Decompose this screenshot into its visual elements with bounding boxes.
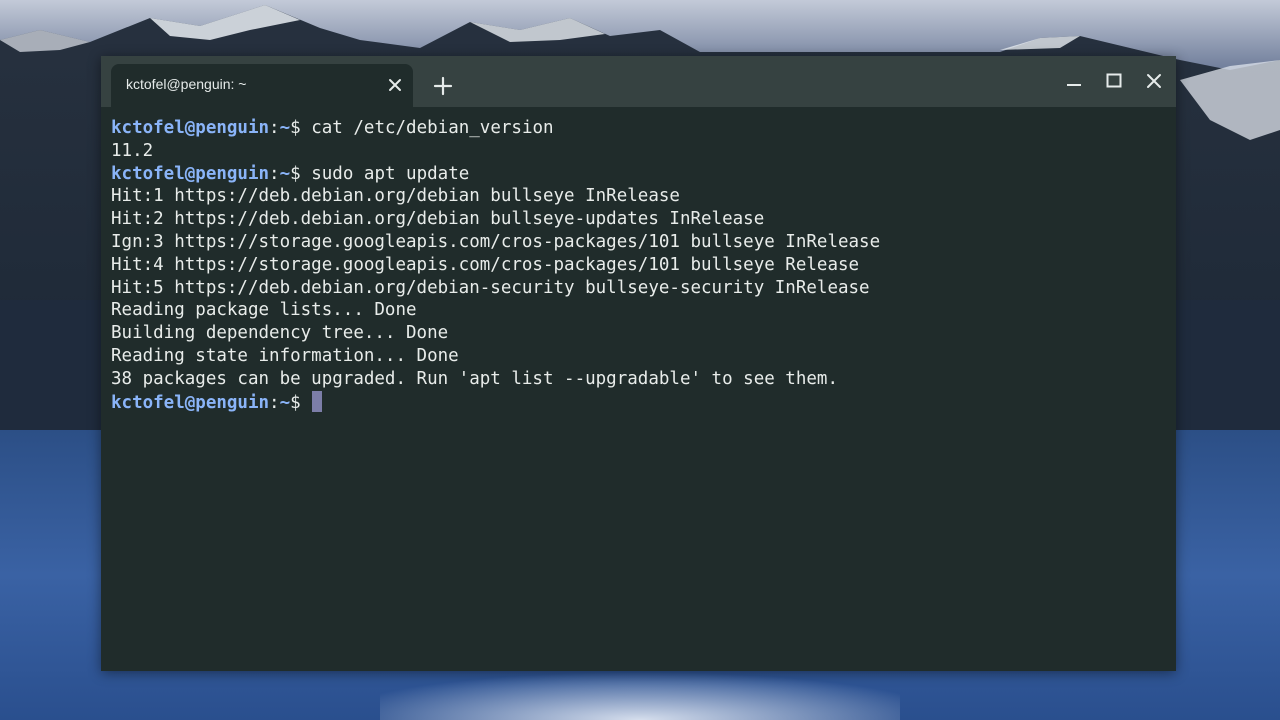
- close-icon[interactable]: [1145, 72, 1163, 90]
- command-line: kctofel@penguin:~$ sudo apt update: [111, 163, 1166, 186]
- output-text: Hit:1 https://deb.debian.org/debian bull…: [111, 186, 680, 207]
- prompt-path: ~: [279, 118, 291, 138]
- output-line: Building dependency tree... Done: [111, 322, 1166, 345]
- prompt-user-host: kctofel@penguin: [111, 163, 270, 184]
- output-line: Reading state information... Done: [111, 345, 1166, 368]
- output-text: Hit:4 https://storage.googleapis.com/cro…: [111, 254, 860, 275]
- output-text: 11.2: [111, 140, 154, 161]
- prompt-path: ~: [279, 392, 291, 413]
- plus-icon[interactable]: [433, 76, 453, 96]
- prompt-separator: :: [269, 118, 280, 138]
- command-text: [301, 393, 312, 413]
- prompt-separator: :: [269, 163, 280, 184]
- output-line: Ign:3 https://storage.googleapis.com/cro…: [111, 231, 1166, 254]
- prompt-path: ~: [279, 163, 291, 184]
- output-text: Reading state information... Done: [111, 345, 459, 366]
- output-line: 11.2: [111, 140, 1166, 163]
- output-line: 38 packages can be upgraded. Run 'apt li…: [111, 368, 1166, 391]
- tab-terminal[interactable]: kctofel@penguin: ~: [111, 64, 413, 107]
- tab-title: kctofel@penguin: ~: [126, 76, 247, 92]
- output-text: Hit:2 https://deb.debian.org/debian bull…: [111, 209, 765, 230]
- output-text: Reading package lists... Done: [111, 300, 417, 321]
- command-text: cat /etc/debian_version: [300, 118, 554, 138]
- output-text: 38 packages can be upgraded. Run 'apt li…: [111, 368, 838, 389]
- terminal-window: kctofel@penguin: ~ kctofel@penguin:~$ ca…: [101, 56, 1176, 671]
- command-line: kctofel@penguin:~$: [111, 390, 1166, 414]
- maximize-icon[interactable]: [1105, 72, 1123, 90]
- output-line: Hit:4 https://storage.googleapis.com/cro…: [111, 254, 1166, 277]
- output-line: Hit:1 https://deb.debian.org/debian bull…: [111, 185, 1166, 208]
- title-bar[interactable]: kctofel@penguin: ~: [101, 56, 1176, 107]
- prompt-separator: :: [269, 392, 280, 413]
- output-line: Hit:2 https://deb.debian.org/debian bull…: [111, 208, 1166, 231]
- prompt-symbol: $: [290, 392, 301, 413]
- command-line: kctofel@penguin:~$ cat /etc/debian_versi…: [111, 117, 1166, 140]
- output-line: Hit:5 https://deb.debian.org/debian-secu…: [111, 277, 1166, 300]
- output-text: Building dependency tree... Done: [111, 323, 449, 344]
- minimize-icon[interactable]: [1065, 72, 1083, 90]
- prompt-symbol: $: [290, 163, 301, 184]
- prompt-symbol: $: [290, 118, 301, 138]
- prompt-user-host: kctofel@penguin: [111, 118, 270, 138]
- output-text: Ign:3 https://storage.googleapis.com/cro…: [111, 231, 881, 252]
- prompt-user-host: kctofel@penguin: [111, 392, 270, 413]
- close-icon[interactable]: [387, 77, 403, 93]
- command-text: sudo apt update: [300, 163, 470, 184]
- text-cursor: [312, 390, 323, 412]
- terminal-output[interactable]: kctofel@penguin:~$ cat /etc/debian_versi…: [101, 107, 1176, 671]
- output-line: Reading package lists... Done: [111, 299, 1166, 322]
- output-text: Hit:5 https://deb.debian.org/debian-secu…: [111, 277, 870, 298]
